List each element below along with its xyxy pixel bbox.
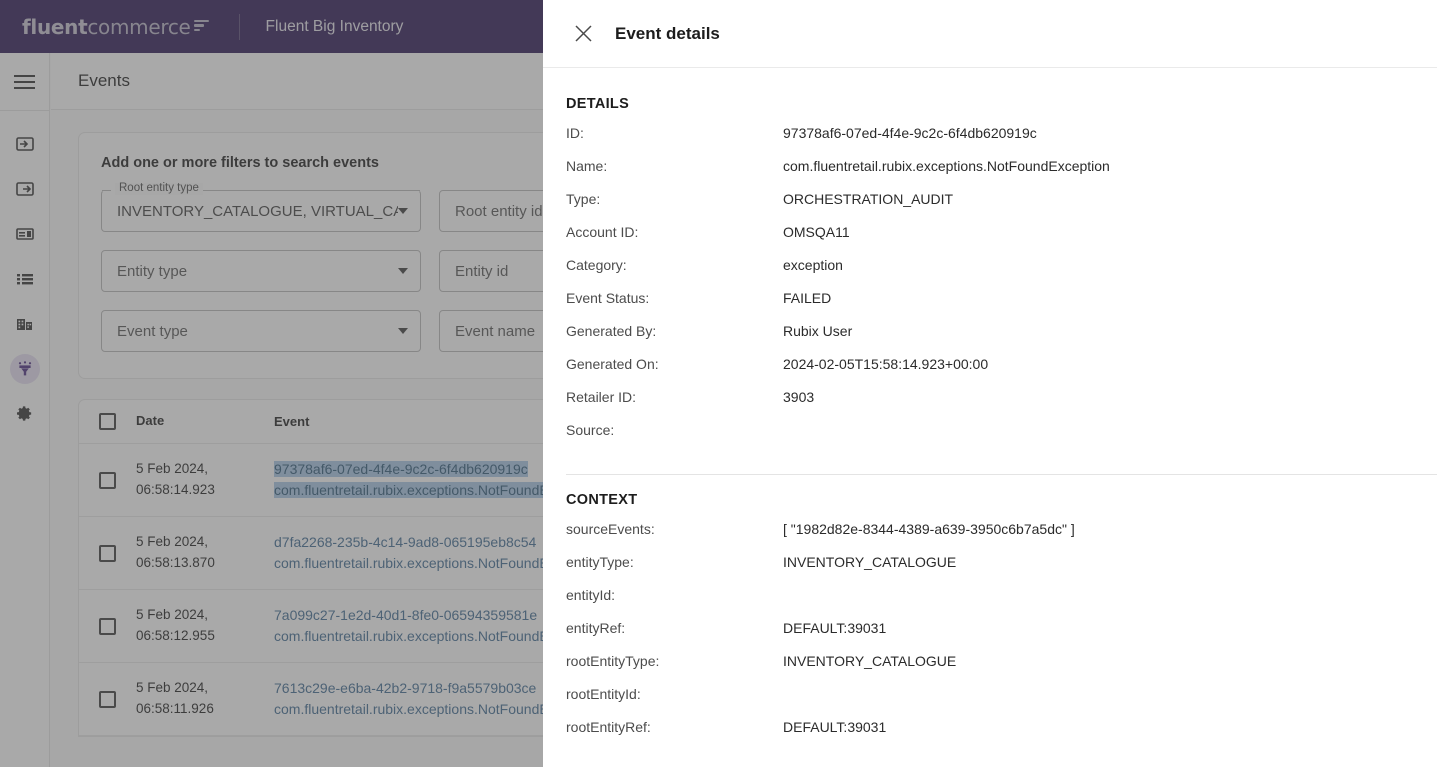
detail-key: Account ID: xyxy=(566,224,783,240)
detail-key: Generated By: xyxy=(566,323,783,339)
detail-value: exception xyxy=(783,257,843,273)
detail-row-account-id: Account ID: OMSQA11 xyxy=(543,224,1437,257)
detail-row-source: Source: xyxy=(543,422,1437,455)
detail-value: 2024-02-05T15:58:14.923+00:00 xyxy=(783,356,988,372)
context-key: entityId: xyxy=(566,587,783,603)
detail-row-generated-by: Generated By: Rubix User xyxy=(543,323,1437,356)
context-key: rootEntityType: xyxy=(566,653,783,669)
context-row-root-entity-id: rootEntityId: xyxy=(543,686,1437,719)
status-badge: FAILED xyxy=(783,290,831,306)
detail-row-event-status: Event Status: FAILED xyxy=(543,290,1437,323)
detail-value: 3903 xyxy=(783,389,814,405)
context-value: INVENTORY_CATALOGUE xyxy=(783,554,956,570)
detail-key: Type: xyxy=(566,191,783,207)
context-key: entityType: xyxy=(566,554,783,570)
section-spacer xyxy=(543,475,1437,492)
detail-row-retailer-id: Retailer ID: 3903 xyxy=(543,389,1437,422)
context-value: INVENTORY_CATALOGUE xyxy=(783,653,956,669)
context-key: rootEntityId: xyxy=(566,686,783,702)
drawer-body: DETAILS ID: 97378af6-07ed-4f4e-9c2c-6f4d… xyxy=(543,68,1437,767)
detail-key: ID: xyxy=(566,125,783,141)
context-row-entity-ref: entityRef: DEFAULT:39031 xyxy=(543,620,1437,653)
drawer-header: Event details xyxy=(543,0,1437,68)
detail-value: 97378af6-07ed-4f4e-9c2c-6f4db620919c xyxy=(783,125,1037,141)
event-details-drawer: Event details DETAILS ID: 97378af6-07ed-… xyxy=(543,0,1437,767)
context-row-root-entity-type: rootEntityType: INVENTORY_CATALOGUE xyxy=(543,653,1437,686)
context-key: sourceEvents: xyxy=(566,521,783,537)
context-value: DEFAULT:39031 xyxy=(783,620,886,636)
detail-row-type: Type: ORCHESTRATION_AUDIT xyxy=(543,191,1437,224)
detail-key: Event Status: xyxy=(566,290,783,306)
context-row-source-events: sourceEvents: [ "1982d82e-8344-4389-a639… xyxy=(543,521,1437,554)
detail-key: Category: xyxy=(566,257,783,273)
context-key: entityRef: xyxy=(566,620,783,636)
context-row-root-entity-ref: rootEntityRef: DEFAULT:39031 xyxy=(543,719,1437,752)
detail-value: OMSQA11 xyxy=(783,224,850,240)
close-icon[interactable] xyxy=(569,20,597,48)
context-value: DEFAULT:39031 xyxy=(783,719,886,735)
detail-row-category: Category: exception xyxy=(543,257,1437,290)
detail-row-id: ID: 97378af6-07ed-4f4e-9c2c-6f4db620919c xyxy=(543,125,1437,158)
detail-row-generated-on: Generated On: 2024-02-05T15:58:14.923+00… xyxy=(543,356,1437,389)
context-section-heading: CONTEXT xyxy=(543,492,1437,508)
detail-key: Name: xyxy=(566,158,783,174)
detail-value: Rubix User xyxy=(783,323,852,339)
detail-value: com.fluentretail.rubix.exceptions.NotFou… xyxy=(783,158,1110,174)
details-section-heading: DETAILS xyxy=(543,96,1437,112)
drawer-title: Event details xyxy=(615,24,720,44)
app-root: fluentcommerce Fluent Big Inventory xyxy=(0,0,1437,767)
context-value: [ "1982d82e-8344-4389-a639-3950c6b7a5dc"… xyxy=(783,521,1075,537)
detail-value: ORCHESTRATION_AUDIT xyxy=(783,191,953,207)
detail-row-name: Name: com.fluentretail.rubix.exceptions.… xyxy=(543,158,1437,191)
context-row-entity-id: entityId: xyxy=(543,587,1437,620)
detail-key: Source: xyxy=(566,422,783,438)
context-row-entity-type: entityType: INVENTORY_CATALOGUE xyxy=(543,554,1437,587)
detail-key: Generated On: xyxy=(566,356,783,372)
detail-key: Retailer ID: xyxy=(566,389,783,405)
context-key: rootEntityRef: xyxy=(566,719,783,735)
